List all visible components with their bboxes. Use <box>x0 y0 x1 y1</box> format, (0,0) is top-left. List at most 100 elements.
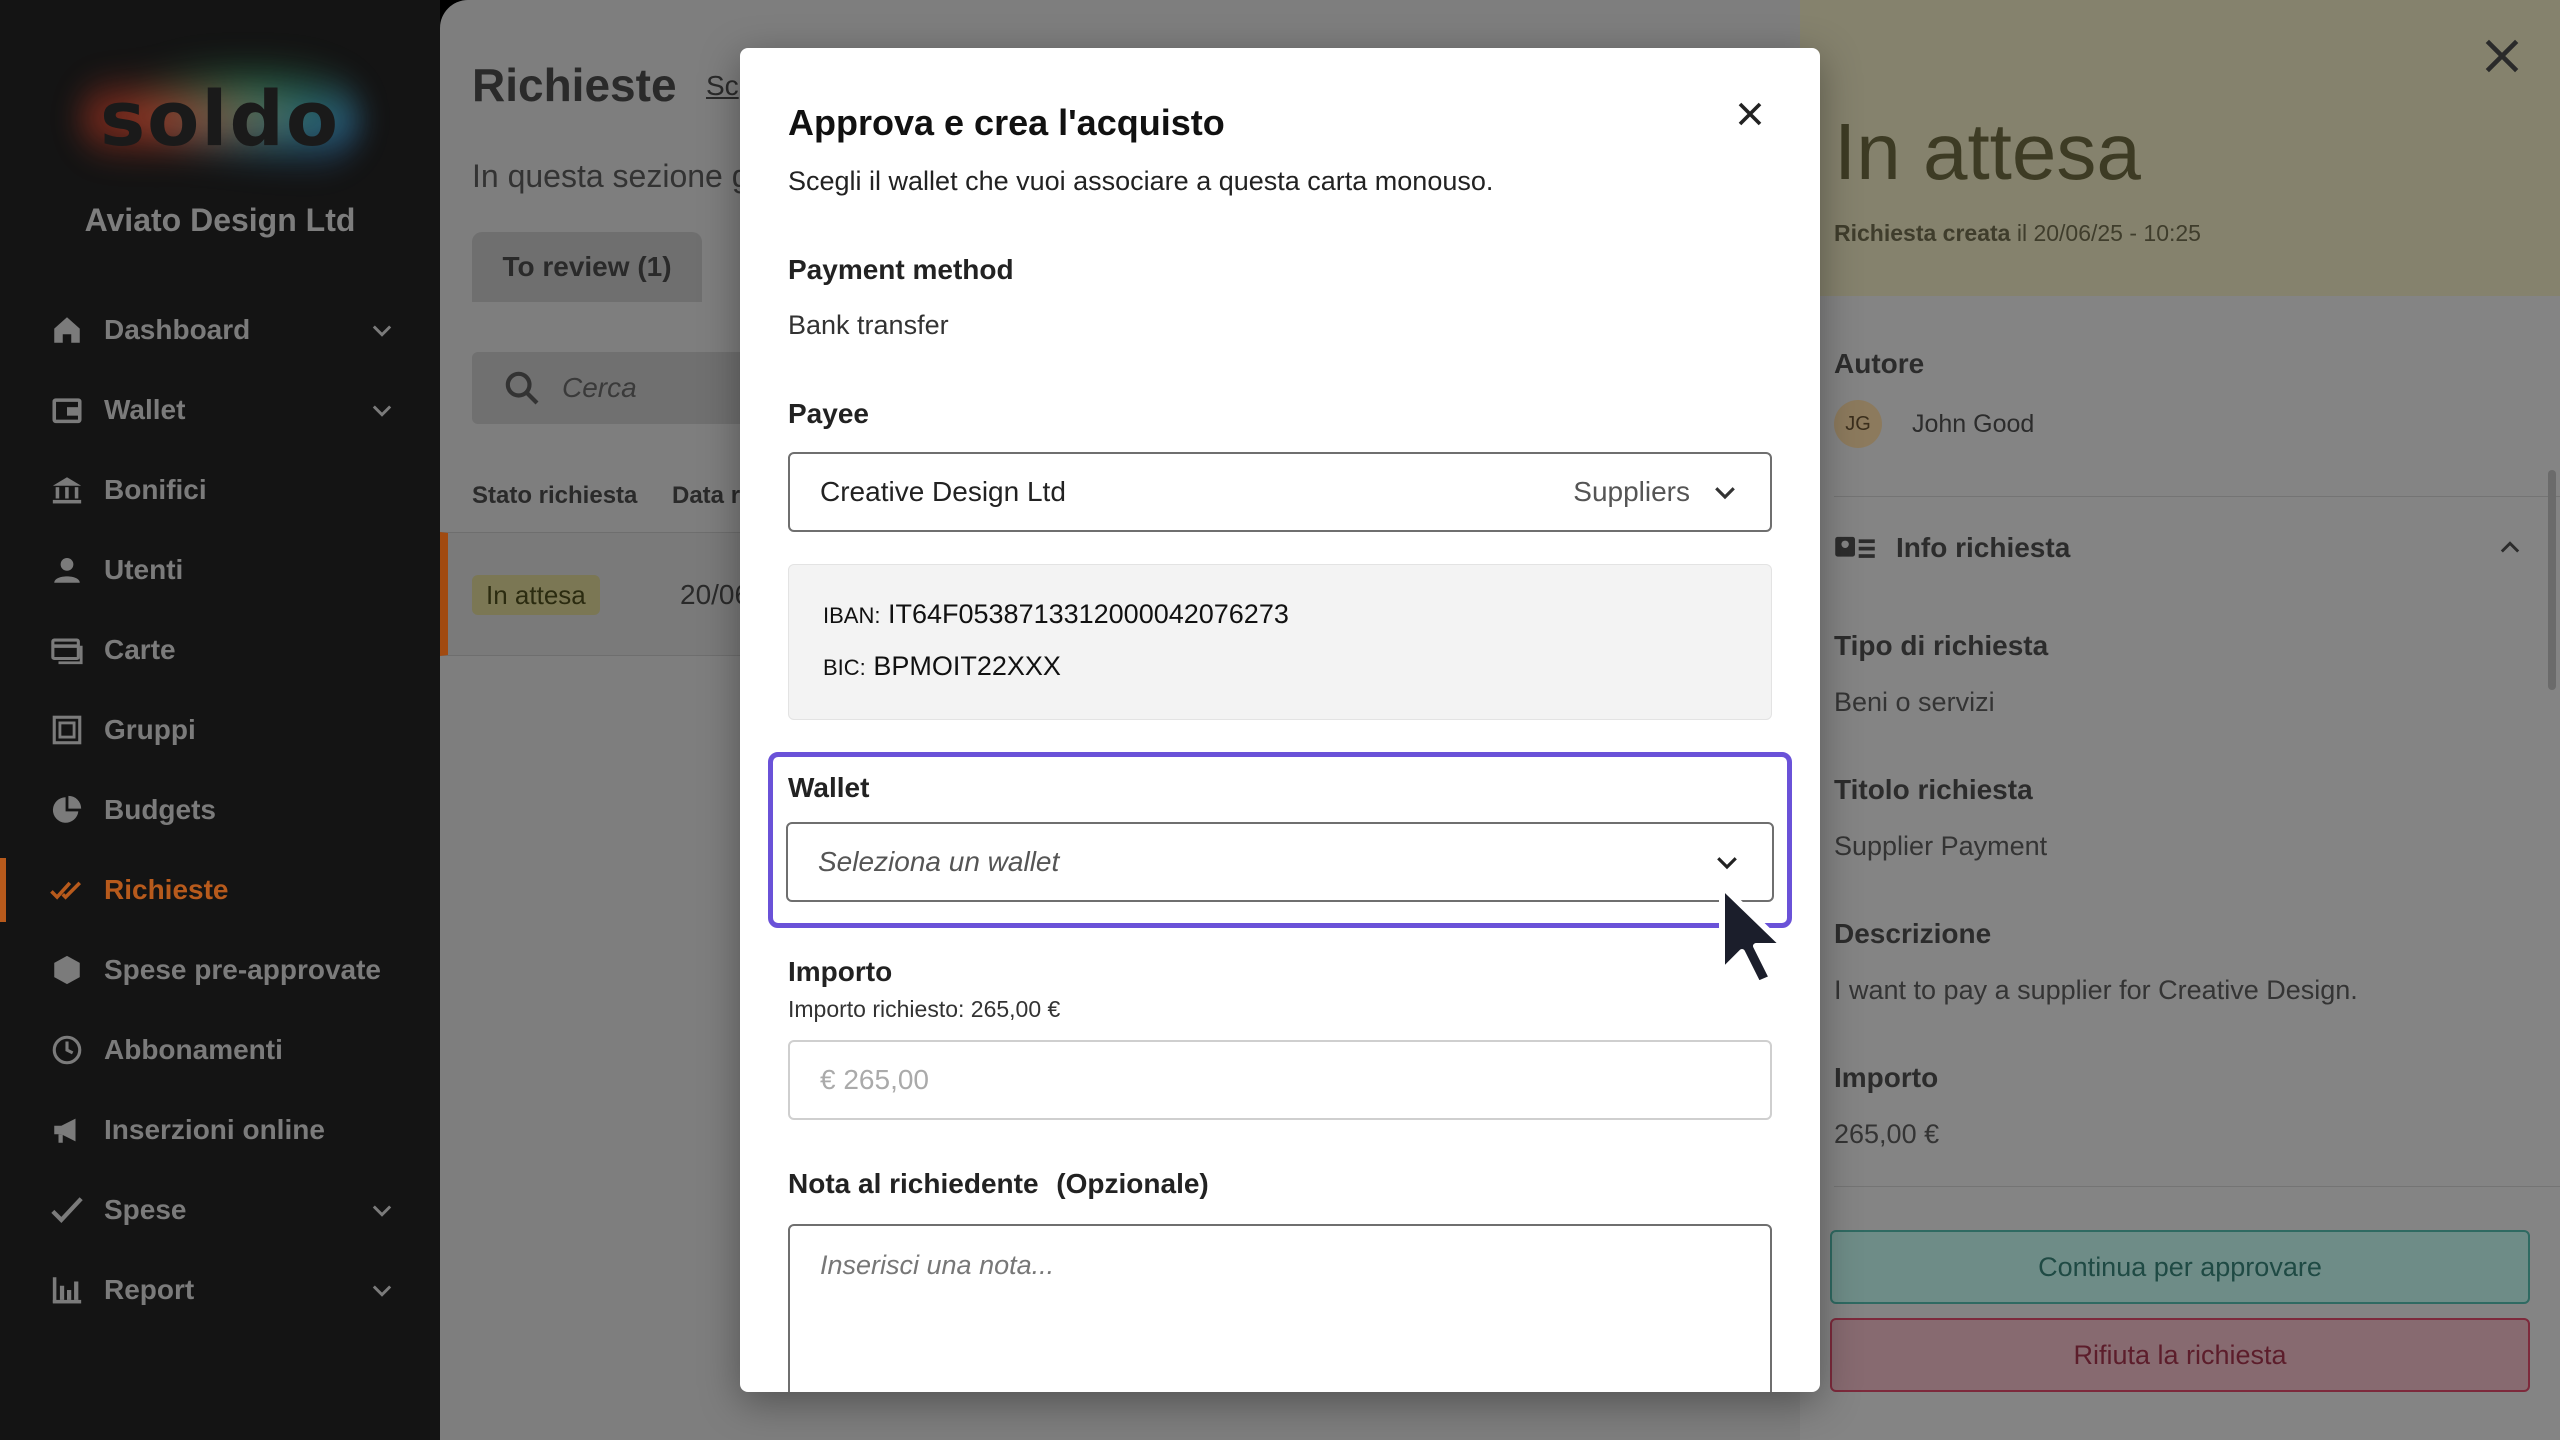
bank-icon <box>50 473 84 507</box>
approve-button[interactable]: Continua per approvare <box>1830 1230 2530 1304</box>
iban-line: IBAN: IT64F0538713312000042076273 <box>823 599 1289 630</box>
bic-line: BIC: BPMOIT22XXX <box>823 651 1061 682</box>
chevron-up-icon <box>2500 541 2520 553</box>
cards-icon <box>50 633 84 667</box>
sidebar-item-inserzioni-online[interactable]: Inserzioni online <box>0 1090 440 1170</box>
wallet-label: Wallet <box>788 772 870 803</box>
payee-label: Payee <box>788 398 869 429</box>
amount-placeholder: € 265,00 <box>820 1064 929 1095</box>
sidebar-item-wallet[interactable]: Wallet <box>0 370 440 450</box>
sidebar-item-spese[interactable]: Spese <box>0 1170 440 1250</box>
sidebar-item-report[interactable]: Report <box>0 1250 440 1330</box>
divider <box>1834 1186 2560 1187</box>
created-label: Richiesta creata <box>1834 220 2011 246</box>
id-card-icon <box>1835 536 1875 558</box>
title-label: Titolo richiesta <box>1834 774 2033 805</box>
description-label: Descrizione <box>1834 918 1992 949</box>
payee-category: Suppliers <box>1573 454 1740 530</box>
modal-title: Approva e crea l'acquisto <box>788 102 1225 143</box>
sidebar-item-bonifici[interactable]: Bonifici <box>0 450 440 530</box>
payment-method-value: Bank transfer <box>788 310 949 340</box>
chevron-down-icon <box>1715 487 1735 500</box>
amount-input[interactable]: € 265,00 <box>788 1040 1772 1120</box>
tab-to-review[interactable]: To review (1) <box>472 232 702 302</box>
sidebar-item-label: Carte <box>104 634 176 665</box>
mouse-cursor-icon <box>1719 883 1787 987</box>
wallet-select[interactable]: Seleziona un wallet <box>786 822 1774 902</box>
column-header-data[interactable]: Data r <box>672 482 740 510</box>
divider <box>1834 496 2560 497</box>
sidebar-item-label: Inserzioni online <box>104 1114 325 1145</box>
page-subtitle: In questa sezione g <box>472 158 750 194</box>
sidebar-item-spese-pre-approvate[interactable]: Spese pre-approvate <box>0 930 440 1010</box>
note-textarea[interactable]: Inserisci una nota... <box>788 1224 1772 1392</box>
check-icon <box>50 1193 84 1227</box>
scrollbar[interactable] <box>2548 470 2556 690</box>
status-title: In attesa <box>1834 107 2141 196</box>
page-link[interactable]: Sc <box>706 70 739 102</box>
note-optional: (Opzionale) <box>1056 1168 1209 1199</box>
bic-value: BPMOIT22XXX <box>873 651 1061 681</box>
sidebar-item-abbonamenti[interactable]: Abbonamenti <box>0 1010 440 1090</box>
chevron-down-icon <box>1717 857 1737 870</box>
page-title: Richieste <box>472 59 677 111</box>
close-icon[interactable] <box>2480 34 2524 78</box>
sidebar-item-label: Wallet <box>104 394 186 425</box>
payment-method-label: Payment method <box>788 254 1014 285</box>
note-placeholder: Inserisci una nota... <box>820 1250 1055 1280</box>
payee-select[interactable]: Creative Design Ltd Suppliers <box>788 452 1772 532</box>
sidebar-item-carte[interactable]: Carte <box>0 610 440 690</box>
search-icon <box>505 371 539 405</box>
sidebar-item-label: Budgets <box>104 794 216 825</box>
amount-value: 265,00 € <box>1834 1119 1940 1149</box>
groups-icon <box>50 713 84 747</box>
sidebar-nav: Dashboard Wallet Bonifici Utenti Carte G… <box>0 290 440 1330</box>
info-section-header[interactable]: Info richiesta <box>1834 528 2524 568</box>
wallet-icon <box>50 393 84 427</box>
bank-details-box: IBAN: IT64F0538713312000042076273 BIC: B… <box>788 564 1772 720</box>
request-detail-panel: In attesa Richiesta creata il 20/06/25 -… <box>1800 0 2560 1440</box>
note-label-text: Nota al richiedente <box>788 1168 1039 1199</box>
bar-chart-icon <box>50 1273 84 1307</box>
author-label: Autore <box>1834 348 1925 379</box>
avatar: JG <box>1834 400 1882 448</box>
company-name: Aviato Design Ltd <box>84 202 356 238</box>
note-label: Nota al richiedente (Opzionale) <box>788 1168 1209 1200</box>
check-double-icon <box>50 873 84 907</box>
status-badge: In attesa <box>472 575 600 615</box>
reject-button[interactable]: Rifiuta la richiesta <box>1830 1318 2530 1392</box>
wallet-placeholder: Seleziona un wallet <box>818 846 1060 877</box>
logo-text: soldo <box>99 73 341 163</box>
bic-label: BIC: <box>823 655 866 680</box>
sidebar-item-label: Spese <box>104 1194 187 1225</box>
soldo-logo[interactable]: soldo <box>80 58 360 178</box>
title-value: Supplier Payment <box>1834 831 2048 861</box>
pie-icon <box>50 793 84 827</box>
section-title: Info richiesta <box>1896 532 2071 563</box>
sidebar-item-label: Spese pre-approvate <box>104 954 381 985</box>
payee-category-label: Suppliers <box>1573 476 1690 507</box>
chevron-down-icon <box>372 325 392 337</box>
column-header-stato[interactable]: Stato richiesta <box>472 482 637 510</box>
home-icon <box>50 313 84 347</box>
sidebar-item-budgets[interactable]: Budgets <box>0 770 440 850</box>
panel-header: In attesa Richiesta creata il 20/06/25 -… <box>1800 0 2560 296</box>
sidebar-item-richieste[interactable]: Richieste <box>0 850 440 930</box>
sidebar-item-gruppi[interactable]: Gruppi <box>0 690 440 770</box>
sidebar-item-dashboard[interactable]: Dashboard <box>0 290 440 370</box>
created-value: il 20/06/25 - 10:25 <box>2016 220 2201 246</box>
shield-icon <box>50 953 84 987</box>
search-placeholder: Cerca <box>562 372 637 403</box>
sidebar-item-label: Report <box>104 1274 195 1305</box>
close-icon[interactable] <box>1730 94 1770 134</box>
chevron-down-icon <box>372 1205 392 1217</box>
sidebar-item-label: Gruppi <box>104 714 196 745</box>
sidebar: soldo Aviato Design Ltd Dashboard Wallet… <box>0 0 440 1440</box>
megaphone-icon <box>50 1113 84 1147</box>
author-name: John Good <box>1912 410 2035 438</box>
sidebar-item-utenti[interactable]: Utenti <box>0 530 440 610</box>
modal-subtitle: Scegli il wallet che vuoi associare a qu… <box>788 166 1494 196</box>
sidebar-item-label: Utenti <box>104 554 184 585</box>
iban-label: IBAN: <box>823 603 881 628</box>
sidebar-item-label: Richieste <box>104 874 229 905</box>
